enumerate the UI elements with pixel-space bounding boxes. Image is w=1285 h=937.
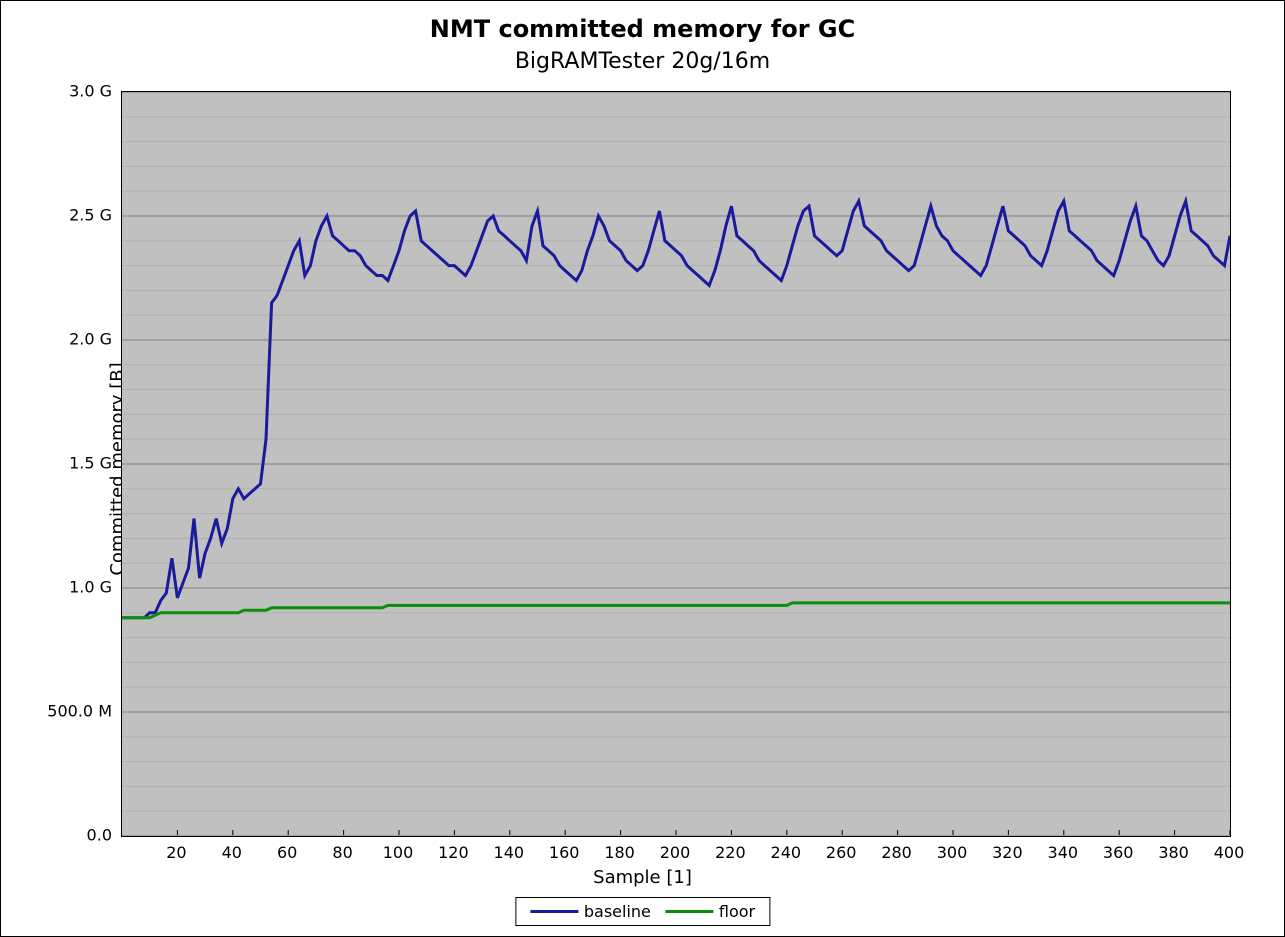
x-tick-label: 80 [323,843,363,862]
legend-label-floor: floor [719,902,755,921]
x-tick-label: 320 [987,843,1027,862]
x-tick-label: 240 [766,843,806,862]
x-tick-label: 380 [1154,843,1194,862]
x-tick-label: 280 [877,843,917,862]
x-tick-label: 220 [710,843,750,862]
x-tick-label: 360 [1098,843,1138,862]
x-axis-label: Sample [1] [1,867,1284,888]
x-tick-label: 160 [544,843,584,862]
x-tick-label: 180 [600,843,640,862]
x-tick-label: 40 [212,843,252,862]
series-line-baseline [122,201,1230,618]
x-tick-label: 100 [378,843,418,862]
x-tick-label: 400 [1209,843,1249,862]
x-tick-label: 340 [1043,843,1083,862]
y-tick-label: 2.5 G [12,206,112,225]
chart-subtitle: BigRAMTester 20g/16m [1,49,1284,74]
series-line-floor [122,603,1230,618]
legend-item-baseline: baseline [530,902,651,921]
x-tick-label: 120 [433,843,473,862]
x-tick-label: 60 [267,843,307,862]
legend-swatch-baseline [530,910,578,913]
legend: baseline floor [515,897,770,926]
y-tick-label: 0.0 [12,826,112,845]
legend-item-floor: floor [665,902,755,921]
y-tick-label: 1.5 G [12,454,112,473]
y-tick-label: 1.0 G [12,578,112,597]
chart-container: NMT committed memory for GC BigRAMTester… [0,0,1285,937]
data-series [122,92,1230,836]
y-tick-label: 3.0 G [12,82,112,101]
x-tick-label: 200 [655,843,695,862]
x-tick-label: 20 [156,843,196,862]
legend-label-baseline: baseline [584,902,651,921]
legend-swatch-floor [665,910,713,913]
y-tick-label: 500.0 M [12,702,112,721]
x-tick-label: 140 [489,843,529,862]
x-tick-label: 260 [821,843,861,862]
x-tick-label: 300 [932,843,972,862]
plot-area [121,91,1231,837]
y-tick-label: 2.0 G [12,330,112,349]
chart-title: NMT committed memory for GC [1,15,1284,43]
